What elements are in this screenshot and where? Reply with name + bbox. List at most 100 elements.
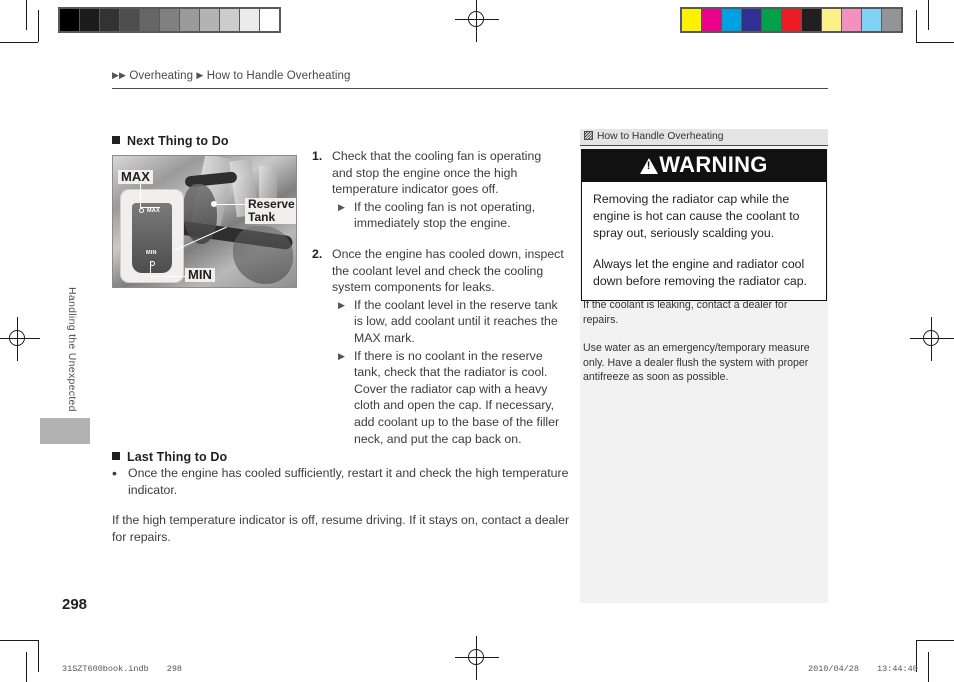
footer-left: 31SZT600book.indb 298 (62, 664, 182, 674)
sidebar-note-2: Use water as an emergency/temporary meas… (583, 342, 810, 384)
color-patch-10 (882, 9, 901, 31)
crop-mark-bottom-left-corner-vertical (38, 640, 39, 672)
crop-mark-left-corner-vertical (38, 10, 39, 42)
color-patch-4 (762, 9, 782, 31)
breadcrumb-arrow-icon-3: ▶ (196, 70, 204, 80)
color-patch-2 (722, 9, 742, 31)
photo-reserve-tank-body (183, 184, 217, 244)
square-bullet-icon (112, 136, 120, 144)
grayscale-patch-10 (260, 9, 279, 31)
callout-reserve-tank: Reserve Tank (245, 197, 296, 224)
crop-mark-top-left-horizontal (0, 42, 38, 43)
footer-time: 13:44:40 (877, 664, 918, 674)
footer-filename: 31SZT600book.indb (62, 664, 149, 674)
step-text: Check that the cooling fan is operating … (332, 149, 542, 197)
grayscale-patch-6 (180, 9, 200, 31)
page-number: 298 (62, 596, 88, 613)
section-heading-next-thing: Next Thing to Do (112, 134, 229, 148)
step-text: Once the engine has cooled down, inspect… (332, 246, 564, 295)
sidebar-notes: If the coolant is leaking, contact a dea… (583, 298, 821, 385)
breadcrumb-arrow-icon: ▶ (112, 70, 120, 80)
triangle-bullet-icon: ▶ (338, 350, 345, 361)
closing-paragraph: If the high temperature indicator is off… (112, 513, 570, 544)
footer-page: 298 (166, 664, 183, 674)
sidebar-note-1: If the coolant is leaking, contact a dea… (583, 299, 788, 326)
grayscale-patch-9 (240, 9, 260, 31)
callout-reserve-tank-line1: Reserve (248, 197, 295, 211)
inset-max-label: MAX (147, 208, 160, 214)
crop-mark-bottom-left-horizontal (0, 640, 38, 641)
crop-mark-bottom-left-vertical (26, 652, 27, 682)
step-item: 1. Check that the cooling fan is operati… (312, 148, 564, 198)
sidebar-header-label: How to Handle Overheating (597, 131, 724, 142)
reserve-tank-pointer-dot (211, 201, 217, 207)
section-heading-next-thing-label: Next Thing to Do (127, 134, 229, 148)
sidebar-header: How to Handle Overheating (580, 129, 828, 146)
engine-bay-photo: MAX MIN MAX MIN Reserve Tank (112, 155, 297, 288)
step-sub-item: ▶ If there is no coolant in the reserve … (312, 348, 564, 448)
color-patch-7 (822, 9, 842, 31)
grayscale-patch-1 (80, 9, 100, 31)
crop-mark-top-right-horizontal (916, 42, 954, 43)
crop-mark-top-left-vertical (26, 0, 27, 30)
color-patch-3 (742, 9, 762, 31)
step-sub-text: If the coolant level in the reserve tank… (354, 297, 558, 345)
warning-triangle-icon (640, 158, 659, 174)
breadcrumb-arrow-icon-2: ▶ (119, 70, 127, 80)
breadcrumb-level-1[interactable]: Overheating (129, 70, 193, 82)
grayscale-patch-2 (100, 9, 120, 31)
step-number: 2. (312, 246, 323, 261)
grayscale-patch-4 (140, 9, 160, 31)
crop-mark-top-right-vertical (928, 0, 929, 30)
max-callout-leader-vertical (140, 182, 142, 208)
footer-right: 2010/04/28 13:44:40 (808, 664, 918, 674)
callout-max: MAX (118, 170, 153, 184)
grayscale-patch-7 (200, 9, 220, 31)
callout-reserve-tank-line2: Tank (248, 210, 276, 224)
breadcrumb-level-2[interactable]: How to Handle Overheating (207, 70, 351, 82)
step-item: 2. Once the engine has cooled down, insp… (312, 246, 564, 296)
crop-mark-right-corner-vertical (916, 10, 917, 42)
warning-paragraph-2: Always let the engine and radiator cool … (593, 257, 807, 288)
warning-paragraph-1: Removing the radiator cap while the engi… (593, 192, 800, 240)
crop-mark-bottom-right-horizontal (916, 640, 954, 641)
book-reference-icon (584, 131, 593, 140)
section-heading-last-thing: Last Thing to Do (112, 450, 227, 464)
warning-title-bar: WARNING (582, 150, 826, 182)
last-thing-bullet-row: • Once the engine has cooled sufficientl… (112, 465, 572, 498)
step-sub-text: If the cooling fan is not operating, imm… (354, 199, 536, 231)
step-sub-text: If there is no coolant in the reserve ta… (354, 348, 560, 446)
inset-min-label: MIN (146, 250, 157, 256)
section-heading-last-thing-label: Last Thing to Do (127, 450, 228, 464)
grayscale-patch-8 (220, 9, 240, 31)
registration-mark-top (455, 0, 499, 42)
step-sub-item: ▶ If the coolant level in the reserve ta… (312, 297, 564, 347)
color-calibration-bar (680, 7, 903, 33)
step-sub-item: ▶ If the cooling fan is not operating, i… (312, 199, 564, 232)
grayscale-calibration-bar (58, 7, 281, 33)
procedure-steps-list: 1. Check that the cooling fan is operati… (312, 148, 564, 447)
grayscale-patch-0 (60, 9, 80, 31)
chapter-side-tab-label: Handling the Unexpected (66, 287, 78, 412)
square-bullet-icon-2 (112, 452, 120, 460)
footer-date: 2010/04/28 (808, 664, 860, 674)
chapter-side-tab-block (40, 418, 90, 444)
crop-mark-bottom-right-vertical (928, 652, 929, 682)
grayscale-patch-5 (160, 9, 180, 31)
color-patch-1 (702, 9, 722, 31)
step-number: 1. (312, 149, 323, 163)
callout-min: MIN (185, 268, 215, 282)
triangle-bullet-icon: ▶ (338, 201, 345, 212)
registration-mark-bottom (455, 636, 499, 680)
warning-box: WARNING Removing the radiator cap while … (581, 149, 827, 301)
triangle-bullet-icon: ▶ (338, 299, 345, 310)
photo-engine-shadow (233, 226, 293, 284)
color-patch-9 (862, 9, 882, 31)
max-callout-leader-horizontal (140, 207, 160, 209)
inset-max-marker-dot (139, 208, 144, 213)
registration-mark-right (910, 317, 954, 361)
grayscale-patch-3 (120, 9, 140, 31)
reserve-tank-inset: MAX MIN (121, 190, 183, 282)
color-patch-6 (802, 9, 822, 31)
color-patch-8 (842, 9, 862, 31)
